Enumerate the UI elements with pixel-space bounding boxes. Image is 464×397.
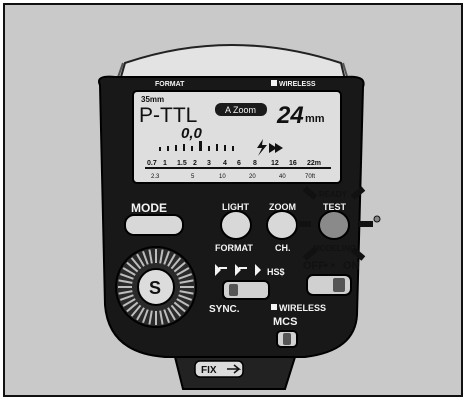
flash-photo: FIX FORMAT WIRELESS 35mm P-TTL A Zoom 24…	[3, 3, 463, 397]
distance-m-label: 2	[193, 160, 197, 167]
distance-m-label: 3	[207, 160, 211, 167]
distance-ft-label: 20	[249, 174, 256, 180]
distance-ft-label: 70ft	[305, 174, 315, 180]
wireless-top-label: WIRELESS	[279, 81, 316, 88]
distance-m-label: 8	[253, 160, 257, 167]
flash-unit-illustration: FIX FORMAT WIRELESS 35mm P-TTL A Zoom 24…	[98, 44, 381, 390]
lcd-mode: P-TTL	[139, 104, 197, 127]
ready-test-button[interactable]	[318, 210, 350, 240]
lcd-zoom-value: 24	[276, 102, 304, 129]
lcd-zoom-badge-text: A Zoom	[225, 105, 256, 115]
distance-m-label: 1.5	[177, 160, 187, 167]
distance-m-label: 12	[271, 160, 279, 167]
distance-m-label: 1	[163, 160, 167, 167]
fix-label: FIX	[201, 365, 217, 376]
lcd-exposure-comp: 0,0	[181, 125, 203, 142]
distance-m-label: 22m	[307, 160, 321, 167]
mode-label: MODE	[131, 201, 167, 215]
mode-button[interactable]	[124, 214, 184, 236]
channel-label: CH.	[275, 243, 291, 253]
hs-label: HS$	[267, 267, 285, 277]
modeling-label: MODELING	[313, 244, 356, 253]
sync-switch-knob	[229, 284, 238, 296]
lcd-zoom-unit: mm	[305, 113, 325, 125]
format-label: FORMAT	[215, 243, 253, 253]
select-button-label: S	[149, 278, 161, 298]
sync-label: SYNC.	[209, 304, 240, 315]
lcd-format-size: 35mm	[141, 95, 164, 104]
mcs-switch-knob	[283, 333, 291, 345]
zoom-channel-button[interactable]	[266, 210, 298, 240]
distance-ft-label: 40	[279, 174, 286, 180]
distance-m-label: 0.7	[147, 160, 157, 167]
on-label: ON	[343, 260, 360, 272]
off-label: OFF	[303, 260, 325, 272]
wireless-indicator-icon	[271, 80, 277, 86]
format-top-label: FORMAT	[155, 81, 185, 88]
mcs-label: MCS	[273, 316, 297, 328]
light-format-button[interactable]	[220, 210, 252, 240]
distance-ft-label: 10	[219, 174, 226, 180]
distance-m-label: 6	[237, 160, 241, 167]
distance-m-label: 16	[289, 160, 297, 167]
wireless-switch-icon	[271, 304, 277, 310]
wireless-label: WIRELESS	[279, 303, 326, 313]
sensor-dot	[373, 215, 381, 223]
ready-label: READY	[319, 190, 348, 199]
power-switch-knob	[333, 278, 345, 292]
distance-ft-label: 2.3	[151, 174, 160, 180]
distance-m-label: 4	[223, 160, 227, 167]
